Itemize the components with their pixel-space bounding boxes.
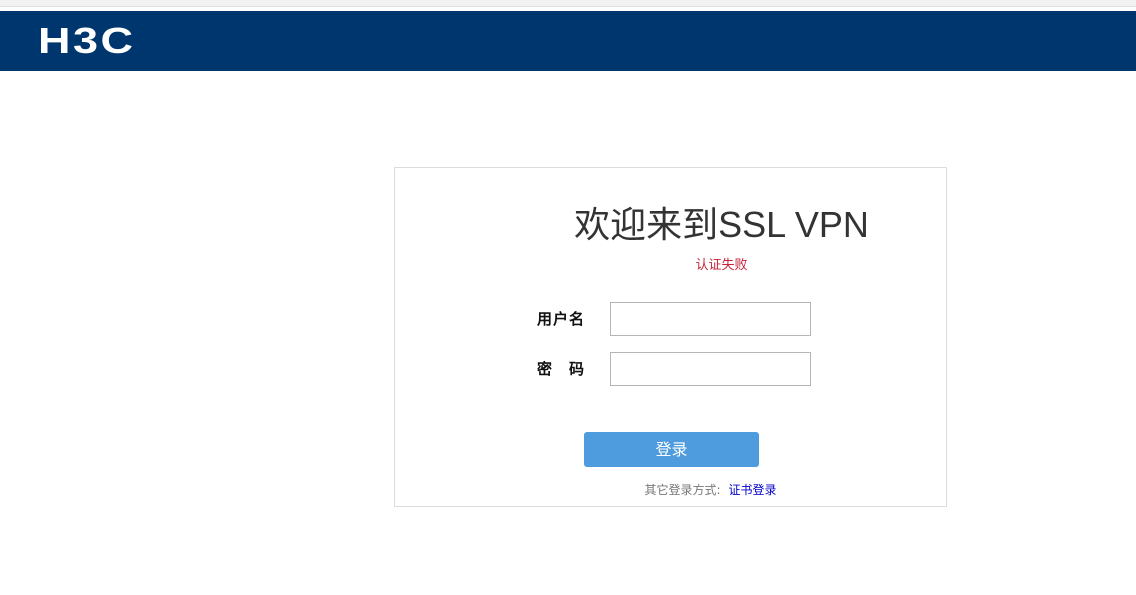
browser-top-strip	[0, 0, 1136, 11]
error-message: 认证失败	[695, 258, 748, 273]
other-login-label: 其它登录方式:	[644, 483, 721, 497]
browser-top-line	[0, 0, 1136, 7]
error-message-row: 认证失败	[395, 254, 948, 273]
cert-login-link[interactable]: 证书登录	[729, 483, 777, 497]
username-label: 用户名	[537, 310, 586, 328]
login-title: 欢迎来到SSL VPN	[574, 204, 869, 245]
password-input[interactable]	[610, 352, 811, 386]
password-label: 密 码	[537, 360, 586, 378]
login-panel: 欢迎来到SSL VPN 认证失败 用户名 密 码 登录 其它登录方式: 证书登录	[394, 167, 947, 507]
other-login-container: 其它登录方式: 证书登录	[644, 481, 776, 498]
other-login-row: 其它登录方式: 证书登录	[395, 481, 948, 498]
h3c-logo: H3C	[38, 20, 150, 61]
login-title-row: 欢迎来到SSL VPN	[395, 196, 948, 248]
username-input[interactable]	[610, 302, 811, 336]
header-bar: H3C	[0, 11, 1136, 71]
logo-text: H3C	[38, 20, 136, 61]
login-button[interactable]: 登录	[584, 432, 759, 467]
